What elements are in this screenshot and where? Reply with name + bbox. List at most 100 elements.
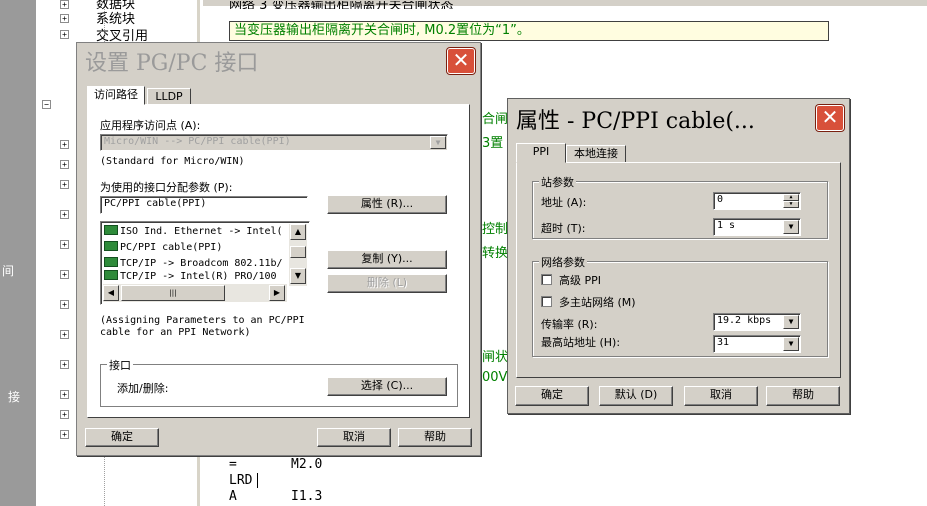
network-header: 网络 3 变压器输出柜隔离开关合闸状态 bbox=[229, 1, 454, 9]
scroll-right-icon[interactable]: ▶ bbox=[269, 285, 285, 301]
dialog-title-bar[interactable]: 设置 PG/PC 接口 ✕ bbox=[77, 43, 480, 76]
scroll-left-icon[interactable]: ◀ bbox=[103, 285, 119, 301]
cancel-button[interactable]: 取消 bbox=[684, 386, 758, 406]
default-button[interactable]: 默认 (D) bbox=[599, 386, 673, 406]
delete-button[interactable]: 删除 (L) bbox=[327, 274, 447, 293]
tree-expand-icon[interactable]: + bbox=[60, 14, 69, 23]
tab-panel: 站参数 地址 (A): 0 ▲ ▼ 超时 (T): 1 s ▼ 网络参数 高级 … bbox=[516, 162, 841, 378]
dialog-title-bar[interactable]: 属性 - PC/PPI cable(... ✕ bbox=[508, 99, 849, 134]
param-input[interactable]: PC/PPI cable(PPI) bbox=[100, 196, 308, 214]
network-adapter-icon bbox=[104, 241, 118, 251]
group-title: 网络参数 bbox=[539, 254, 587, 270]
list-item[interactable]: ISO Ind. Ethernet -> Intel( bbox=[104, 224, 283, 240]
dialog-title: 设置 PG/PC 接口 bbox=[85, 51, 259, 76]
tree-expand-icon[interactable]: + bbox=[60, 180, 69, 189]
address-spinner[interactable]: 0 ▲ ▼ bbox=[713, 192, 801, 210]
chevron-down-icon[interactable]: ▼ bbox=[430, 136, 446, 149]
tree-collapse-icon[interactable]: − bbox=[42, 100, 51, 109]
scroll-thumb[interactable] bbox=[290, 246, 306, 258]
tree-expand-icon[interactable]: + bbox=[60, 270, 69, 279]
tab-panel: 应用程序访问点 (A): Micro/WIN --> PC/PPI cable(… bbox=[87, 104, 470, 418]
cancel-button[interactable]: 取消 bbox=[317, 428, 391, 447]
ok-button[interactable]: 确定 bbox=[515, 386, 589, 406]
tab-lldp[interactable]: LLDP bbox=[147, 88, 191, 105]
tree-expand-icon[interactable]: + bbox=[60, 410, 69, 419]
group-title: 接口 bbox=[107, 357, 133, 373]
chevron-down-icon[interactable]: ▼ bbox=[783, 337, 799, 351]
stl-op: = bbox=[229, 457, 237, 472]
multi-master-label: 多主站网络 (M) bbox=[559, 296, 636, 309]
help-button[interactable]: 帮助 bbox=[766, 386, 840, 406]
side-label-2: 接 bbox=[8, 390, 21, 404]
tree-expand-icon[interactable]: + bbox=[60, 140, 69, 149]
spin-up-icon[interactable]: ▲ bbox=[783, 194, 799, 201]
scroll-up-icon[interactable]: ▲ bbox=[290, 224, 306, 240]
highest-address-select[interactable]: 31 ▼ bbox=[713, 335, 801, 353]
access-point-select[interactable]: Micro/WIN --> PC/PPI cable(PPI) ▼ bbox=[100, 134, 448, 151]
vertical-scrollbar[interactable]: ▲ ▼ bbox=[289, 224, 307, 286]
tree-expand-icon[interactable]: + bbox=[60, 390, 69, 399]
highest-address-label: 最高站地址 (H): bbox=[541, 336, 621, 349]
horizontal-scrollbar[interactable]: ◀ ||| ▶ bbox=[103, 284, 287, 302]
copy-button[interactable]: 复制 (Y)... bbox=[327, 250, 447, 269]
stl-op: LRD bbox=[229, 473, 253, 488]
ok-button[interactable]: 确定 bbox=[85, 428, 159, 447]
baud-select[interactable]: 19.2 kbps ▼ bbox=[713, 313, 801, 331]
scroll-down-icon[interactable]: ▼ bbox=[290, 268, 306, 284]
param-label: 为使用的接口分配参数 (P): bbox=[100, 181, 233, 194]
properties-button[interactable]: 属性 (R)... bbox=[327, 195, 447, 214]
editor-fragment: 3置 bbox=[482, 136, 504, 151]
spin-down-icon[interactable]: ▼ bbox=[783, 201, 799, 208]
list-item-selected[interactable]: PC/PPI cable(PPI) bbox=[104, 240, 222, 256]
list-item[interactable]: TCP/IP -> Intel(R) PRO/100 bbox=[104, 270, 277, 280]
tree-expand-icon[interactable]: + bbox=[60, 0, 69, 9]
timeout-label: 超时 (T): bbox=[541, 222, 586, 235]
access-point-desc: (Standard for Micro/WIN) bbox=[100, 156, 245, 167]
tree-expand-icon[interactable]: + bbox=[60, 430, 69, 439]
assign-desc-line-2: cable for an PPI Network) bbox=[100, 327, 251, 338]
editor-fragment: 00V bbox=[482, 370, 508, 385]
network-comment[interactable]: 当变压器输出柜隔离开关合闸时, M0.2置位为“1”。 bbox=[229, 21, 829, 41]
baud-label: 传输率 (R): bbox=[541, 318, 598, 331]
network-adapter-icon bbox=[104, 270, 118, 280]
tree-expand-icon[interactable]: + bbox=[60, 240, 69, 249]
timeout-select[interactable]: 1 s ▼ bbox=[713, 218, 801, 236]
stl-op: A bbox=[229, 489, 237, 504]
group-title: 站参数 bbox=[539, 174, 576, 190]
text-cursor bbox=[257, 473, 258, 488]
editor-fragment: 闸状 bbox=[482, 350, 509, 365]
interface-list[interactable]: ISO Ind. Ethernet -> Intel( PC/PPI cable… bbox=[100, 221, 310, 305]
editor-fragment: 转换 bbox=[482, 246, 509, 261]
tab-ppi[interactable]: PPI bbox=[516, 143, 566, 163]
interface-group: 接口 添加/删除: 选择 (C)... bbox=[100, 357, 458, 407]
tree-expand-icon[interactable]: + bbox=[60, 210, 69, 219]
network-adapter-icon bbox=[104, 225, 118, 235]
advanced-ppi-label: 高级 PPI bbox=[559, 274, 602, 287]
scroll-thumb[interactable]: ||| bbox=[121, 285, 225, 301]
editor-fragment: 控制 bbox=[482, 222, 509, 237]
left-gray-strip: 间 接 bbox=[0, 0, 36, 506]
stl-operand: I1.3 bbox=[291, 489, 323, 504]
chevron-down-icon[interactable]: ▼ bbox=[783, 315, 799, 329]
tree-expand-icon[interactable]: + bbox=[60, 160, 69, 169]
tab-access-path[interactable]: 访问路径 bbox=[87, 86, 145, 105]
close-icon[interactable]: ✕ bbox=[816, 105, 844, 131]
network-params-group: 网络参数 高级 PPI 多主站网络 (M) 传输率 (R): 19.2 kbps… bbox=[532, 254, 828, 357]
address-label: 地址 (A): bbox=[541, 196, 587, 209]
access-point-label: 应用程序访问点 (A): bbox=[100, 119, 201, 132]
tree-expand-icon[interactable]: + bbox=[60, 360, 69, 369]
close-icon[interactable]: ✕ bbox=[447, 48, 475, 74]
multi-master-checkbox[interactable] bbox=[541, 296, 552, 307]
advanced-ppi-checkbox[interactable] bbox=[541, 274, 552, 285]
tree-expand-icon[interactable]: + bbox=[60, 330, 69, 339]
tree-expand-icon[interactable]: + bbox=[60, 300, 69, 309]
select-button[interactable]: 选择 (C)... bbox=[327, 377, 447, 396]
help-button[interactable]: 帮助 bbox=[398, 428, 472, 447]
set-pgpc-interface-dialog: 设置 PG/PC 接口 ✕ 访问路径 LLDP 应用程序访问点 (A): Mic… bbox=[76, 42, 481, 456]
tree-expand-icon[interactable]: + bbox=[60, 30, 69, 39]
assign-desc-line-1: (Assigning Parameters to an PC/PPI bbox=[100, 315, 305, 326]
editor-fragment: 合闸 bbox=[482, 112, 509, 127]
chevron-down-icon[interactable]: ▼ bbox=[783, 220, 799, 234]
tab-local-connection[interactable]: 本地连接 bbox=[566, 145, 626, 163]
side-label-1: 间 bbox=[2, 264, 15, 278]
